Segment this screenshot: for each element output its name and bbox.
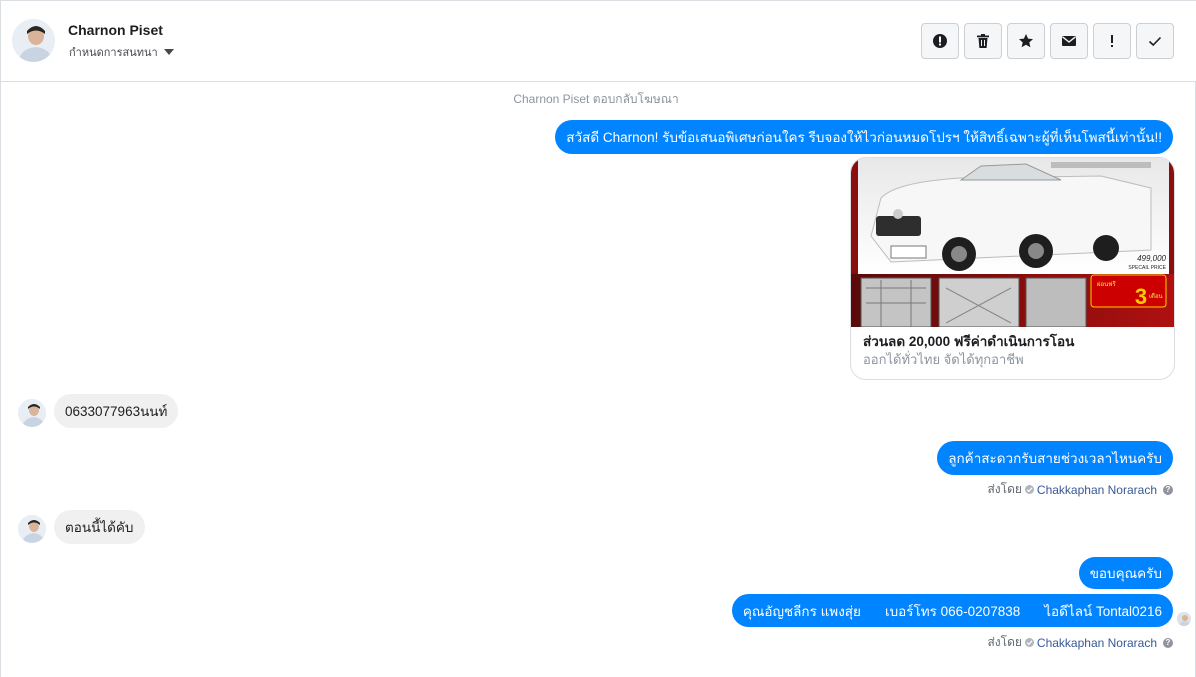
caret-down-icon: [163, 49, 174, 55]
mark-done-button[interactable]: [1136, 23, 1174, 59]
ad-description: ออกได้ทั่วไทย จัดได้ทุกอาชีพ: [863, 352, 1024, 367]
star-icon: [1019, 34, 1033, 48]
svg-text:499,000: 499,000: [1137, 254, 1166, 263]
signature-line-id: ไอดีไลน์ Tontal0216: [1044, 603, 1162, 619]
sent-by-prefix: ส่งโดย: [987, 482, 1022, 496]
verified-icon: [1024, 485, 1034, 494]
signature-phone: เบอร์โทร 066-0207838: [884, 603, 1021, 619]
svg-text:ผ่อนฟรี: ผ่อนฟรี: [1097, 280, 1116, 288]
help-icon[interactable]: ?: [1163, 484, 1173, 495]
message-bubble-incoming: 0633077963นนท์: [54, 394, 179, 428]
sent-by-line: ส่งโดย Chakkaphan Norarach ?: [987, 480, 1173, 499]
message-bubble-incoming: ตอนนี้ได้คับ: [54, 510, 145, 544]
sent-by-agent-link[interactable]: Chakkaphan Norarach: [1037, 636, 1157, 650]
sent-by-agent-link[interactable]: Chakkaphan Norarach: [1037, 483, 1157, 497]
follow-up-button[interactable]: [1093, 23, 1131, 59]
svg-text:SPECAIL PRICE: SPECAIL PRICE: [1128, 265, 1166, 271]
assign-conversation-dropdown[interactable]: กำหนดการสนทนา: [69, 43, 174, 61]
exclamation-icon: [1111, 35, 1113, 47]
signature-name: คุณอัญชลีกร แพงสุ่ย: [742, 603, 861, 619]
star-button[interactable]: [1007, 23, 1045, 59]
ad-card[interactable]: 499,000 SPECAIL PRICE ผ่อนฟรี 3 เดือน ส่…: [850, 157, 1175, 380]
sent-by-line: ส่งโดย Chakkaphan Norarach ?: [987, 633, 1173, 652]
check-icon: [1148, 36, 1162, 47]
header-actions: [921, 23, 1174, 59]
message-bubble-outgoing: ขอบคุณครับ: [1078, 557, 1173, 589]
ad-reply-notice: Charnon Piset ตอบกลับโฆษณา: [513, 92, 679, 106]
ad-image: 499,000 SPECAIL PRICE ผ่อนฟรี 3 เดือน: [851, 158, 1174, 327]
trash-icon: [977, 34, 989, 48]
conversation-header: Charnon Piset กำหนดการสนทนา: [1, 1, 1196, 82]
delete-button[interactable]: [964, 23, 1002, 59]
message-bubble-outgoing: สวัสดี Charnon! รับข้อเสนอพิเศษก่อนใคร ร…: [555, 120, 1173, 154]
seen-avatar: [1177, 612, 1191, 626]
help-icon[interactable]: ?: [1163, 637, 1173, 648]
svg-text:3: 3: [1135, 284, 1147, 309]
customer-avatar: [18, 515, 46, 543]
mail-icon: [1062, 36, 1076, 46]
verified-icon: [1024, 638, 1034, 647]
message-bubble-outgoing-signature: คุณอัญชลีกร แพงสุ่ย เบอร์โทร 066-0207838…: [731, 594, 1173, 627]
contact-name: Charnon Piset: [68, 22, 163, 38]
contact-avatar[interactable]: [12, 19, 55, 62]
customer-avatar: [18, 399, 46, 427]
conversation-window: Charnon Piset กำหนดการสนทนา Charnon Pise…: [0, 0, 1196, 677]
assign-label: กำหนดการสนทนา: [69, 47, 158, 59]
mark-unread-button[interactable]: [1050, 23, 1088, 59]
spam-button[interactable]: [921, 23, 959, 59]
spam-icon: [933, 34, 947, 48]
message-bubble-outgoing: ลูกค้าสะดวกรับสายช่วงเวลาไหนครับ: [937, 441, 1173, 475]
svg-text:เดือน: เดือน: [1149, 292, 1163, 300]
sent-by-prefix: ส่งโดย: [987, 635, 1022, 649]
